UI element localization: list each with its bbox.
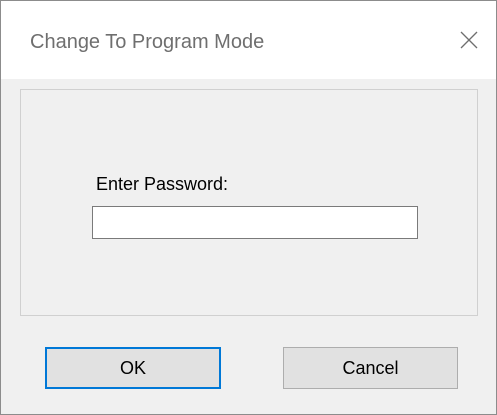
dialog-title: Change To Program Mode	[30, 31, 265, 53]
close-icon	[460, 31, 478, 49]
password-input[interactable]	[92, 206, 418, 239]
close-button[interactable]	[446, 15, 492, 65]
cancel-button[interactable]: Cancel	[283, 347, 458, 389]
title-bar[interactable]: Change To Program Mode	[1, 1, 496, 79]
ok-button[interactable]: OK	[45, 347, 221, 389]
password-label: Enter Password:	[96, 174, 229, 194]
password-group-panel: Enter Password:	[20, 89, 478, 316]
program-mode-dialog: Change To Program Mode Enter Password: O…	[0, 0, 497, 415]
